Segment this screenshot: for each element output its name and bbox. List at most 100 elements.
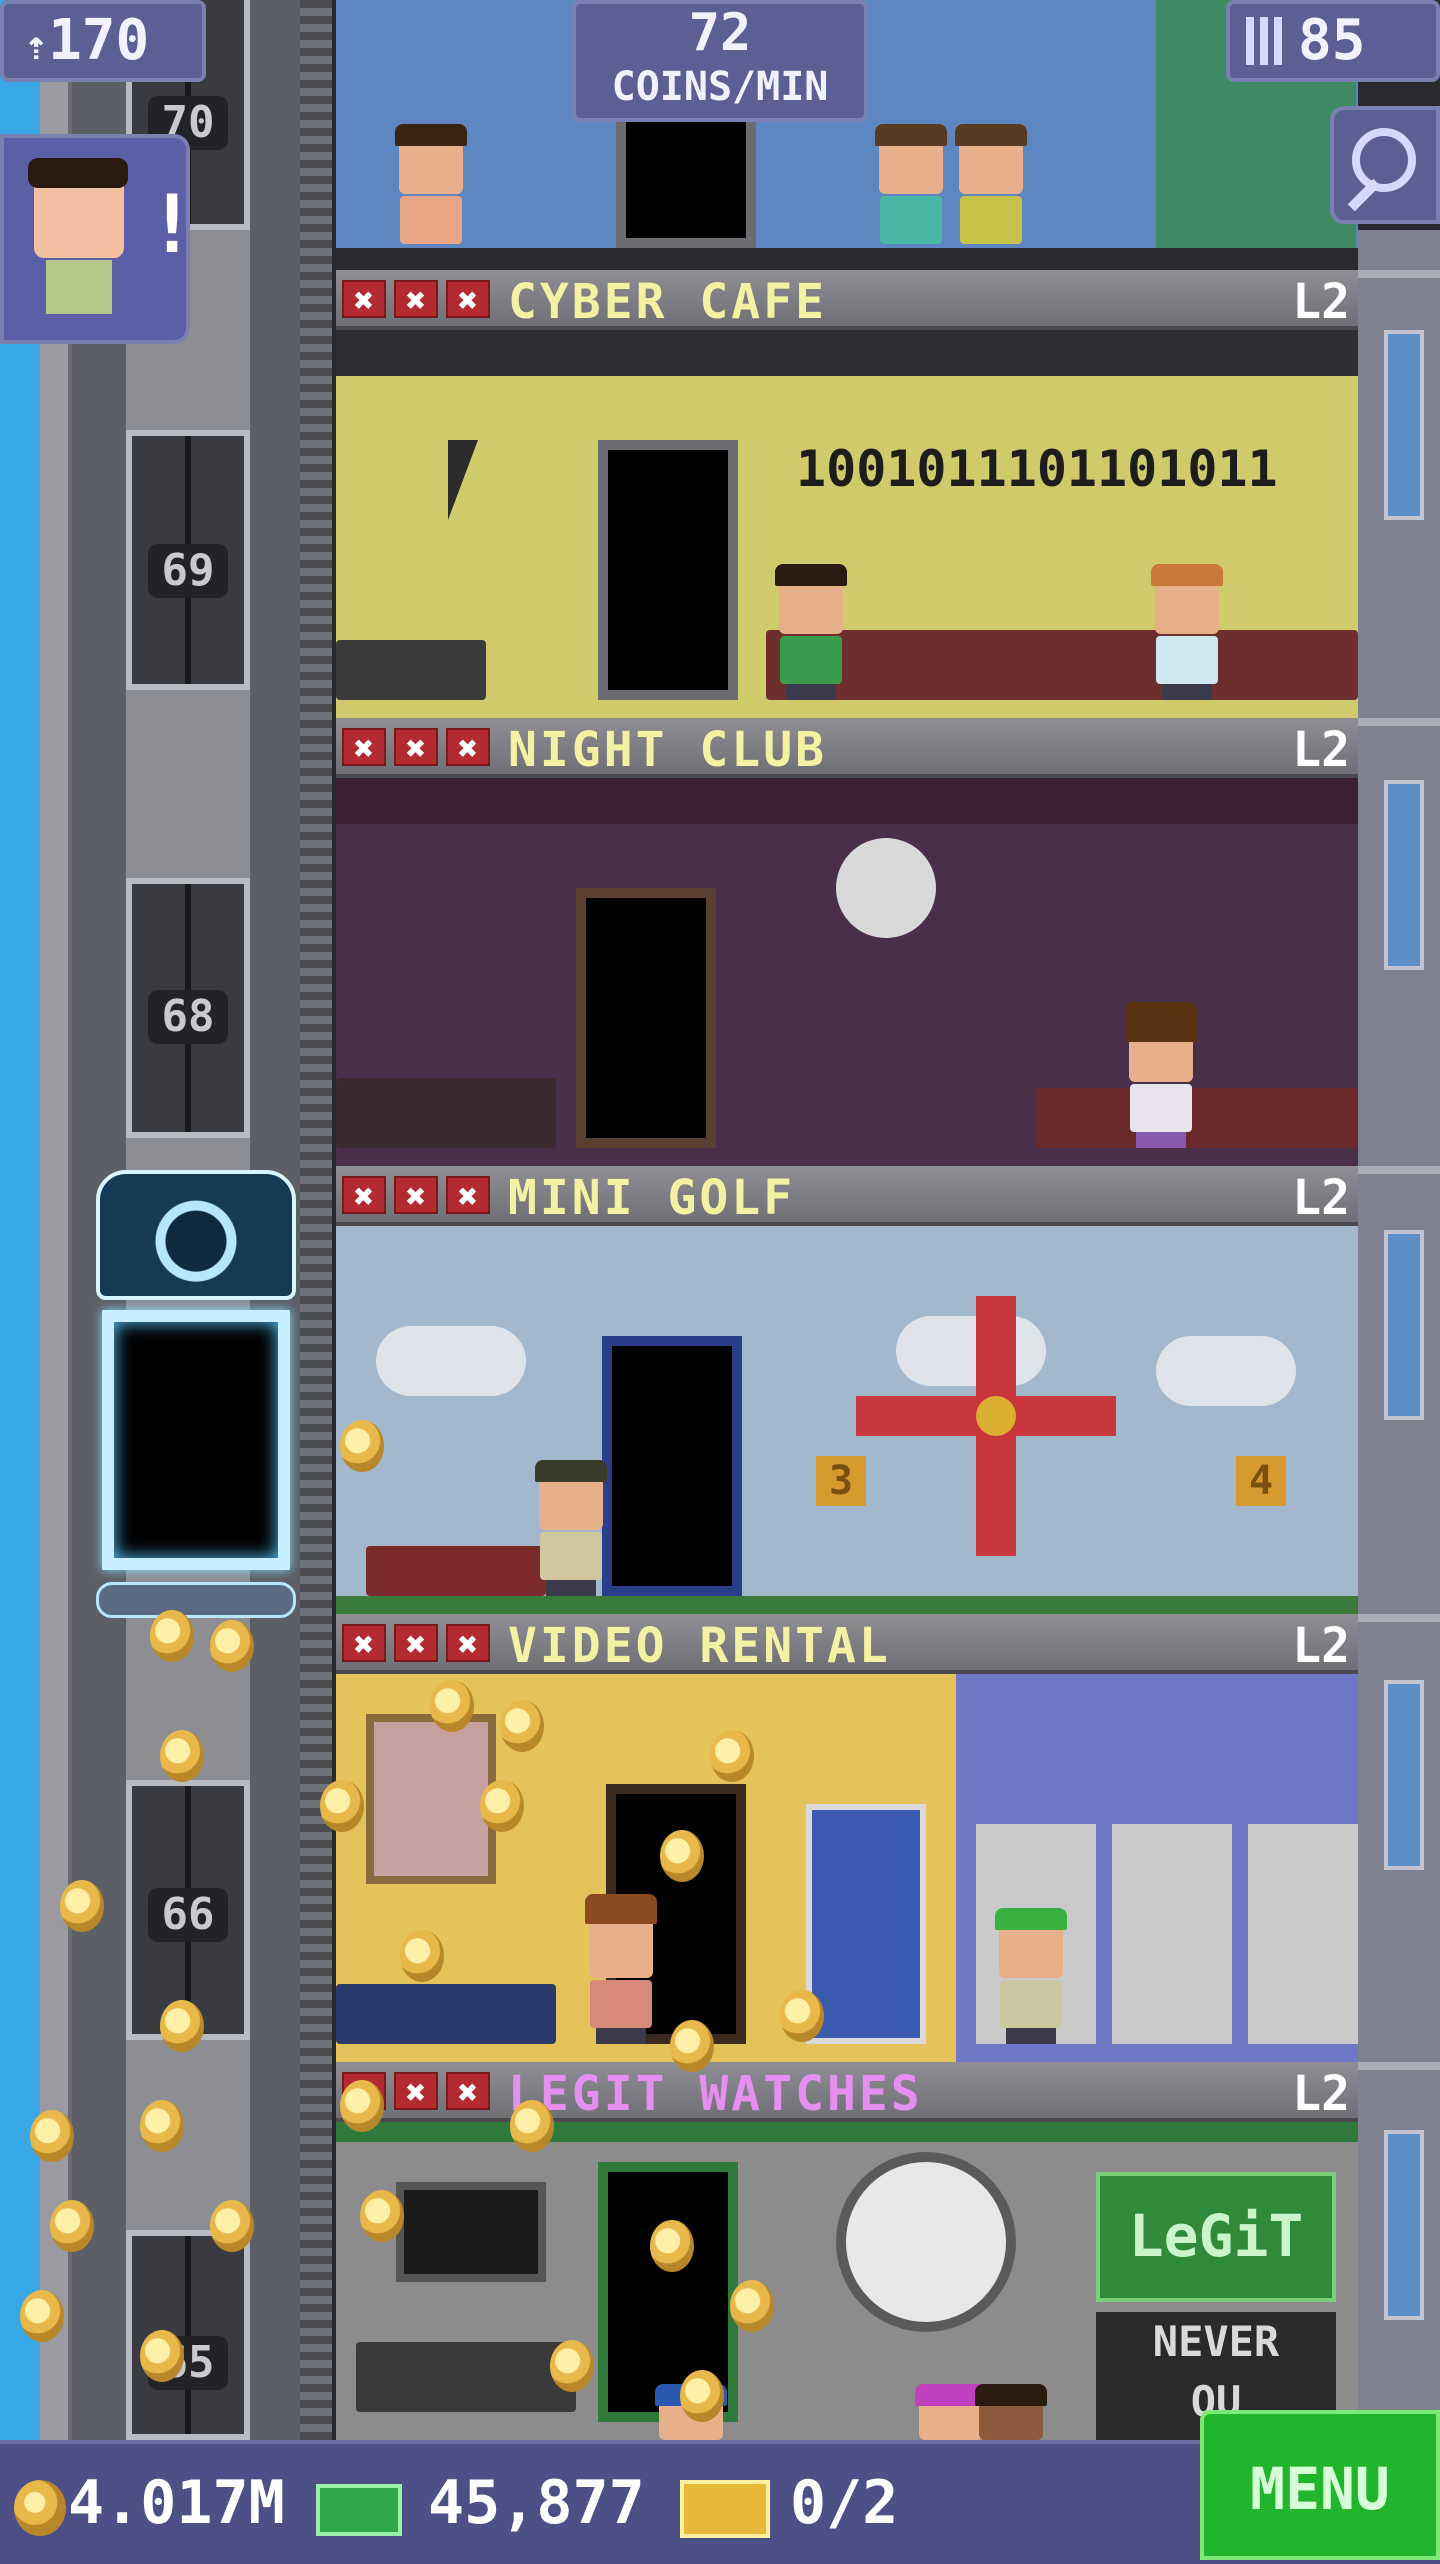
room-interior	[336, 778, 1358, 1166]
character	[955, 124, 1027, 244]
elevator-floor-number: 69	[148, 544, 228, 598]
coin-icon	[780, 1990, 824, 2042]
bux-cash-icon	[316, 2484, 402, 2536]
coin-icon	[14, 2480, 66, 2536]
coin-icon	[160, 2000, 204, 2052]
population-icon: ⇡	[24, 23, 49, 69]
elevator-car[interactable]	[96, 1170, 296, 1620]
stock-empty-icon: ✖	[342, 1176, 386, 1216]
coin-icon	[20, 2290, 64, 2342]
coin-icon	[510, 2100, 554, 2152]
search-button[interactable]	[1330, 106, 1440, 224]
floor-night-club[interactable]: ✖ ✖ ✖ NIGHT CLUB L2	[336, 718, 1358, 1166]
coin-icon	[500, 1700, 544, 1752]
coin-icon	[430, 1680, 474, 1732]
stock-empty-icon: ✖	[394, 2072, 438, 2112]
floor-name: CYBER CAFE	[508, 274, 827, 330]
coin-icon	[670, 2020, 714, 2072]
arcade-machine	[806, 1804, 926, 2044]
character	[395, 124, 467, 244]
floor-level: L2	[1292, 722, 1350, 778]
coin-icon	[340, 2080, 384, 2132]
elevator-door	[126, 2230, 250, 2440]
menu-button[interactable]: MENU	[1200, 2410, 1440, 2560]
floor-mini-golf[interactable]: ✖ ✖ ✖ MINI GOLF L2 3 4	[336, 1166, 1358, 1614]
floor-level: L2	[1292, 2066, 1350, 2122]
coin-icon	[140, 2100, 184, 2152]
floor-level: L2	[1292, 1618, 1350, 1674]
stock-empty-icon: ✖	[342, 728, 386, 768]
coins-per-min-value: 72	[688, 3, 752, 63]
floor-level: L2	[1292, 1170, 1350, 1226]
character	[975, 2384, 1047, 2440]
building-icon	[1246, 17, 1286, 65]
floor-label-bar: ✖ ✖ ✖ MINI GOLF L2	[336, 1166, 1358, 1226]
coins-per-min-label: COINS/MIN	[611, 64, 829, 110]
coins-total: 4.017M	[68, 2468, 285, 2538]
room-interior: LeGiT NEVER OU	[336, 2122, 1358, 2440]
floor-cyber-cafe[interactable]: ✖ ✖ ✖ CYBER CAFE L2 1001011101101011	[336, 270, 1358, 718]
character	[1151, 564, 1223, 700]
floor-level: L2	[1292, 274, 1350, 330]
coin-icon	[150, 1610, 194, 1662]
visitor-notification[interactable]: !	[0, 134, 196, 344]
stock-empty-icon: ✖	[446, 1176, 490, 1216]
legit-sign: LeGiT	[1096, 2172, 1336, 2302]
floor-label-bar: ✖ ✖ ✖ LEGIT WATCHES L2	[336, 2062, 1358, 2122]
floors-counter[interactable]: 85	[1226, 0, 1440, 82]
floor-label-bar: ✖ ✖ ✖ NIGHT CLUB L2	[336, 718, 1358, 778]
stock-indicators: ✖ ✖ ✖	[342, 280, 490, 320]
tickets-count: 0/2	[790, 2468, 899, 2538]
coins-per-min-panel[interactable]: 72 COINS/MIN	[572, 0, 868, 122]
lounge-seats	[1036, 1088, 1358, 1148]
club-rack	[366, 1546, 546, 1596]
population-counter[interactable]: ⇡170	[0, 0, 206, 82]
wall-clock-icon	[836, 2152, 1016, 2332]
stock-indicators: ✖ ✖ ✖	[342, 1624, 490, 1664]
neighbor-window	[1384, 330, 1424, 520]
movie-poster	[366, 1714, 496, 1884]
elevator-rail	[300, 0, 332, 2440]
neighbor-window	[1384, 780, 1424, 970]
hole-number-sign: 3	[816, 1456, 866, 1506]
computer-desks	[766, 630, 1358, 700]
visitor-shirt	[46, 260, 112, 314]
magnifier-icon	[1352, 128, 1416, 192]
character	[775, 564, 847, 700]
counter	[336, 640, 486, 700]
floor-name: NIGHT CLUB	[508, 722, 827, 778]
alert-mark: !	[148, 178, 197, 271]
floor-name: LEGIT WATCHES	[508, 2066, 923, 2122]
elevator-floor-number: 68	[148, 990, 228, 1044]
golden-ticket-icon	[680, 2480, 770, 2538]
stock-empty-icon: ✖	[446, 2072, 490, 2112]
stock-empty-icon: ✖	[394, 728, 438, 768]
coin-icon	[30, 2110, 74, 2162]
bar-counter	[336, 1078, 556, 1148]
neighbor-window	[1384, 2130, 1424, 2320]
cloud-decor	[896, 1316, 1046, 1386]
floor-label-bar: ✖ ✖ ✖ CYBER CAFE L2	[336, 270, 1358, 330]
floor-name: VIDEO RENTAL	[508, 1618, 891, 1674]
cloud-decor	[1156, 1336, 1296, 1406]
coin-icon	[340, 1420, 384, 1472]
elevator-crown	[96, 1170, 296, 1300]
coin-icon	[160, 1730, 204, 1782]
character	[535, 1460, 607, 1596]
video-shelf	[1112, 1824, 1232, 2044]
tower-outer-wall	[40, 0, 72, 2440]
ceiling	[336, 778, 1358, 824]
floor-legit-watches[interactable]: ✖ ✖ ✖ LEGIT WATCHES L2 LeGiT NEVER OU	[336, 2062, 1358, 2440]
windmill-hub	[976, 1396, 1016, 1436]
room-door	[576, 888, 716, 1148]
neighbor-window	[1384, 1680, 1424, 1870]
cursor-decor-icon	[448, 440, 508, 520]
floor-label-bar: ✖ ✖ ✖ VIDEO RENTAL L2	[336, 1614, 1358, 1674]
visitor-hair	[28, 158, 128, 188]
floor-video-rental[interactable]: ✖ ✖ ✖ VIDEO RENTAL L2	[336, 1614, 1358, 2062]
stock-empty-icon: ✖	[446, 728, 490, 768]
coin-icon	[210, 2200, 254, 2252]
coin-icon	[480, 1780, 524, 1832]
video-shelf	[1248, 1824, 1358, 2044]
neighbor-window	[1384, 1230, 1424, 1420]
